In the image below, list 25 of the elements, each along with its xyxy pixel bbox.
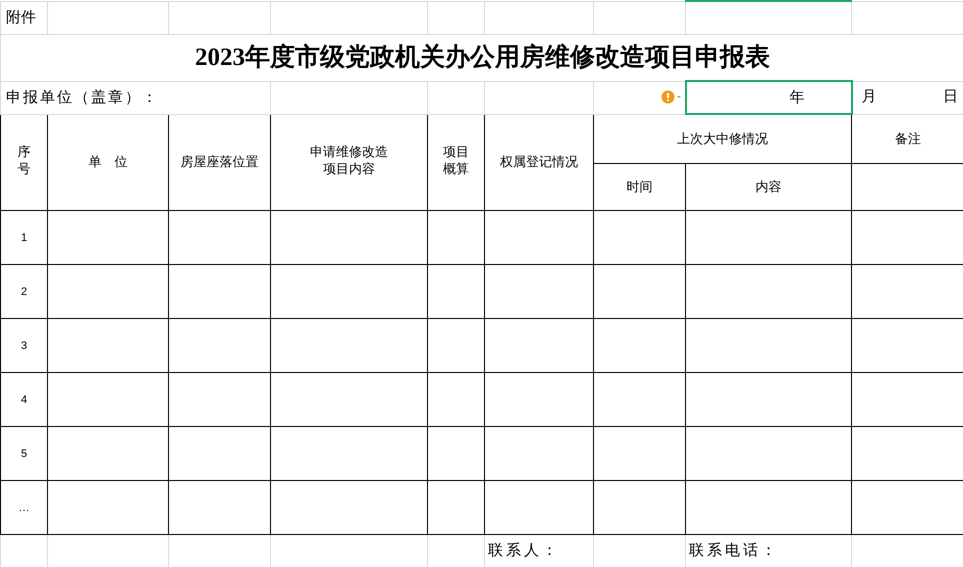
- row-number: 3: [20, 340, 28, 352]
- applicant-label: 申报单位（盖章）：: [5, 88, 159, 106]
- project-content-header: 申请维修改造项目内容: [310, 142, 388, 178]
- row-number: 4: [20, 394, 28, 406]
- remarks-header: 备注: [895, 130, 921, 146]
- attachment-label: 附件: [5, 8, 36, 26]
- serial-number-header: 序号: [18, 142, 30, 178]
- time-header: 时间: [626, 178, 652, 194]
- row-number: 1: [20, 232, 28, 244]
- day-label: 日: [943, 87, 958, 108]
- ownership-header: 权属登记情况: [500, 153, 578, 171]
- warning-icon[interactable]: [660, 90, 680, 104]
- row-number: 5: [20, 448, 28, 460]
- location-header: 房屋座落位置: [180, 153, 258, 171]
- row-number: 2: [20, 286, 28, 298]
- contact-phone-label: 联系电话：: [688, 542, 779, 559]
- year-label: 年: [790, 88, 804, 106]
- content-header: 内容: [756, 178, 782, 194]
- sheet-title: 2023年度市级党政机关办公用房维修改造项目申报表: [195, 44, 770, 70]
- month-label: 月: [862, 87, 876, 108]
- repair-history-header: 上次大中修情况: [677, 130, 768, 146]
- row-number: …: [18, 502, 30, 514]
- budget-header: 项目概算: [443, 142, 469, 178]
- unit-header: 单 位: [88, 153, 128, 171]
- contact-person-label: 联系人：: [487, 542, 560, 559]
